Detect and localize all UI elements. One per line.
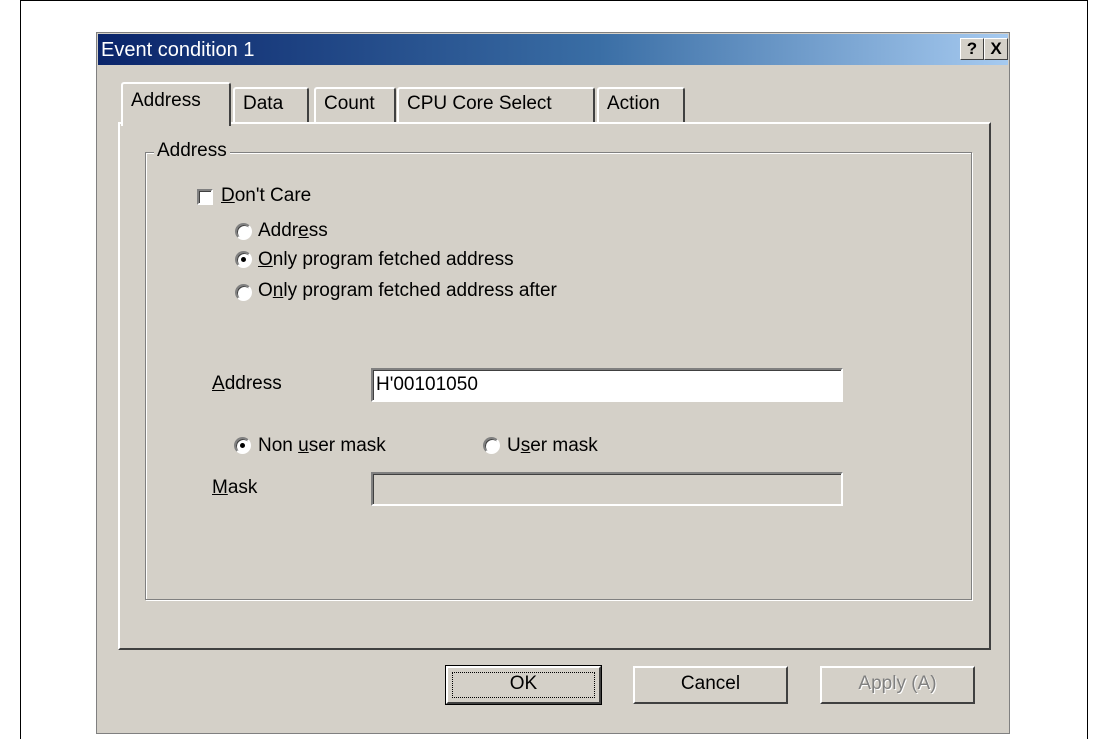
address-field[interactable]	[371, 368, 843, 402]
apply-button[interactable]: Apply (A)	[820, 666, 975, 704]
cancel-button-label: Cancel	[680, 673, 741, 694]
radio-non-user-mask[interactable]	[234, 437, 251, 454]
focus-rect	[452, 672, 595, 698]
tab-address[interactable]: Address	[121, 82, 231, 126]
tab-data[interactable]: Data	[233, 87, 309, 123]
radio-dot	[240, 443, 245, 448]
tab-address-label: Address	[131, 90, 201, 111]
window-title: Event condition 1	[101, 39, 255, 61]
radio-only-program-fetched[interactable]	[235, 251, 252, 268]
tab-action-label: Action	[607, 93, 660, 114]
tab-data-label: Data	[243, 93, 284, 114]
radio-address[interactable]	[235, 223, 252, 240]
dont-care-label[interactable]: Don't Care	[221, 184, 311, 208]
address-field-label: Address	[212, 373, 282, 394]
help-icon[interactable]: ?	[960, 38, 984, 60]
cancel-button[interactable]: Cancel	[633, 666, 788, 704]
radio-user-mask-label[interactable]: User mask	[507, 434, 598, 458]
close-icon[interactable]: X	[984, 38, 1008, 60]
tab-cpu-core-select-label: CPU Core Select	[407, 93, 552, 114]
radio-dot	[241, 257, 246, 262]
radio-non-user-mask-label[interactable]: Non user mask	[258, 434, 386, 458]
radio-only-program-fetched-after-circle	[235, 284, 252, 301]
tab-count[interactable]: Count	[314, 87, 396, 123]
ok-button[interactable]: OK	[445, 665, 602, 705]
mask-field[interactable]	[371, 472, 843, 506]
tab-cpu-core-select[interactable]: CPU Core Select	[397, 87, 595, 123]
radio-address-label[interactable]: Address	[258, 219, 328, 243]
radio-only-program-fetched-after[interactable]	[235, 284, 252, 301]
tab-count-label: Count	[324, 93, 375, 114]
dont-care-label-text: on't Care	[234, 185, 312, 206]
apply-button-label: Apply (A)	[858, 673, 937, 694]
radio-address-circle	[235, 223, 252, 240]
radio-only-program-fetched-after-label[interactable]: Only program fetched address after	[258, 279, 557, 303]
dont-care-checkbox[interactable]	[197, 189, 213, 205]
radio-user-mask-circle	[483, 437, 500, 454]
radio-only-program-fetched-circle	[235, 251, 252, 268]
groupbox-legend: Address	[154, 139, 230, 163]
title-bar[interactable]: Event condition 1 ? X	[98, 34, 1008, 65]
radio-user-mask[interactable]	[483, 437, 500, 454]
mask-field-label: Mask	[212, 477, 258, 498]
radio-only-program-fetched-label[interactable]: Only program fetched address	[258, 248, 514, 272]
radio-non-user-mask-circle	[234, 437, 251, 454]
tab-action[interactable]: Action	[597, 87, 685, 123]
